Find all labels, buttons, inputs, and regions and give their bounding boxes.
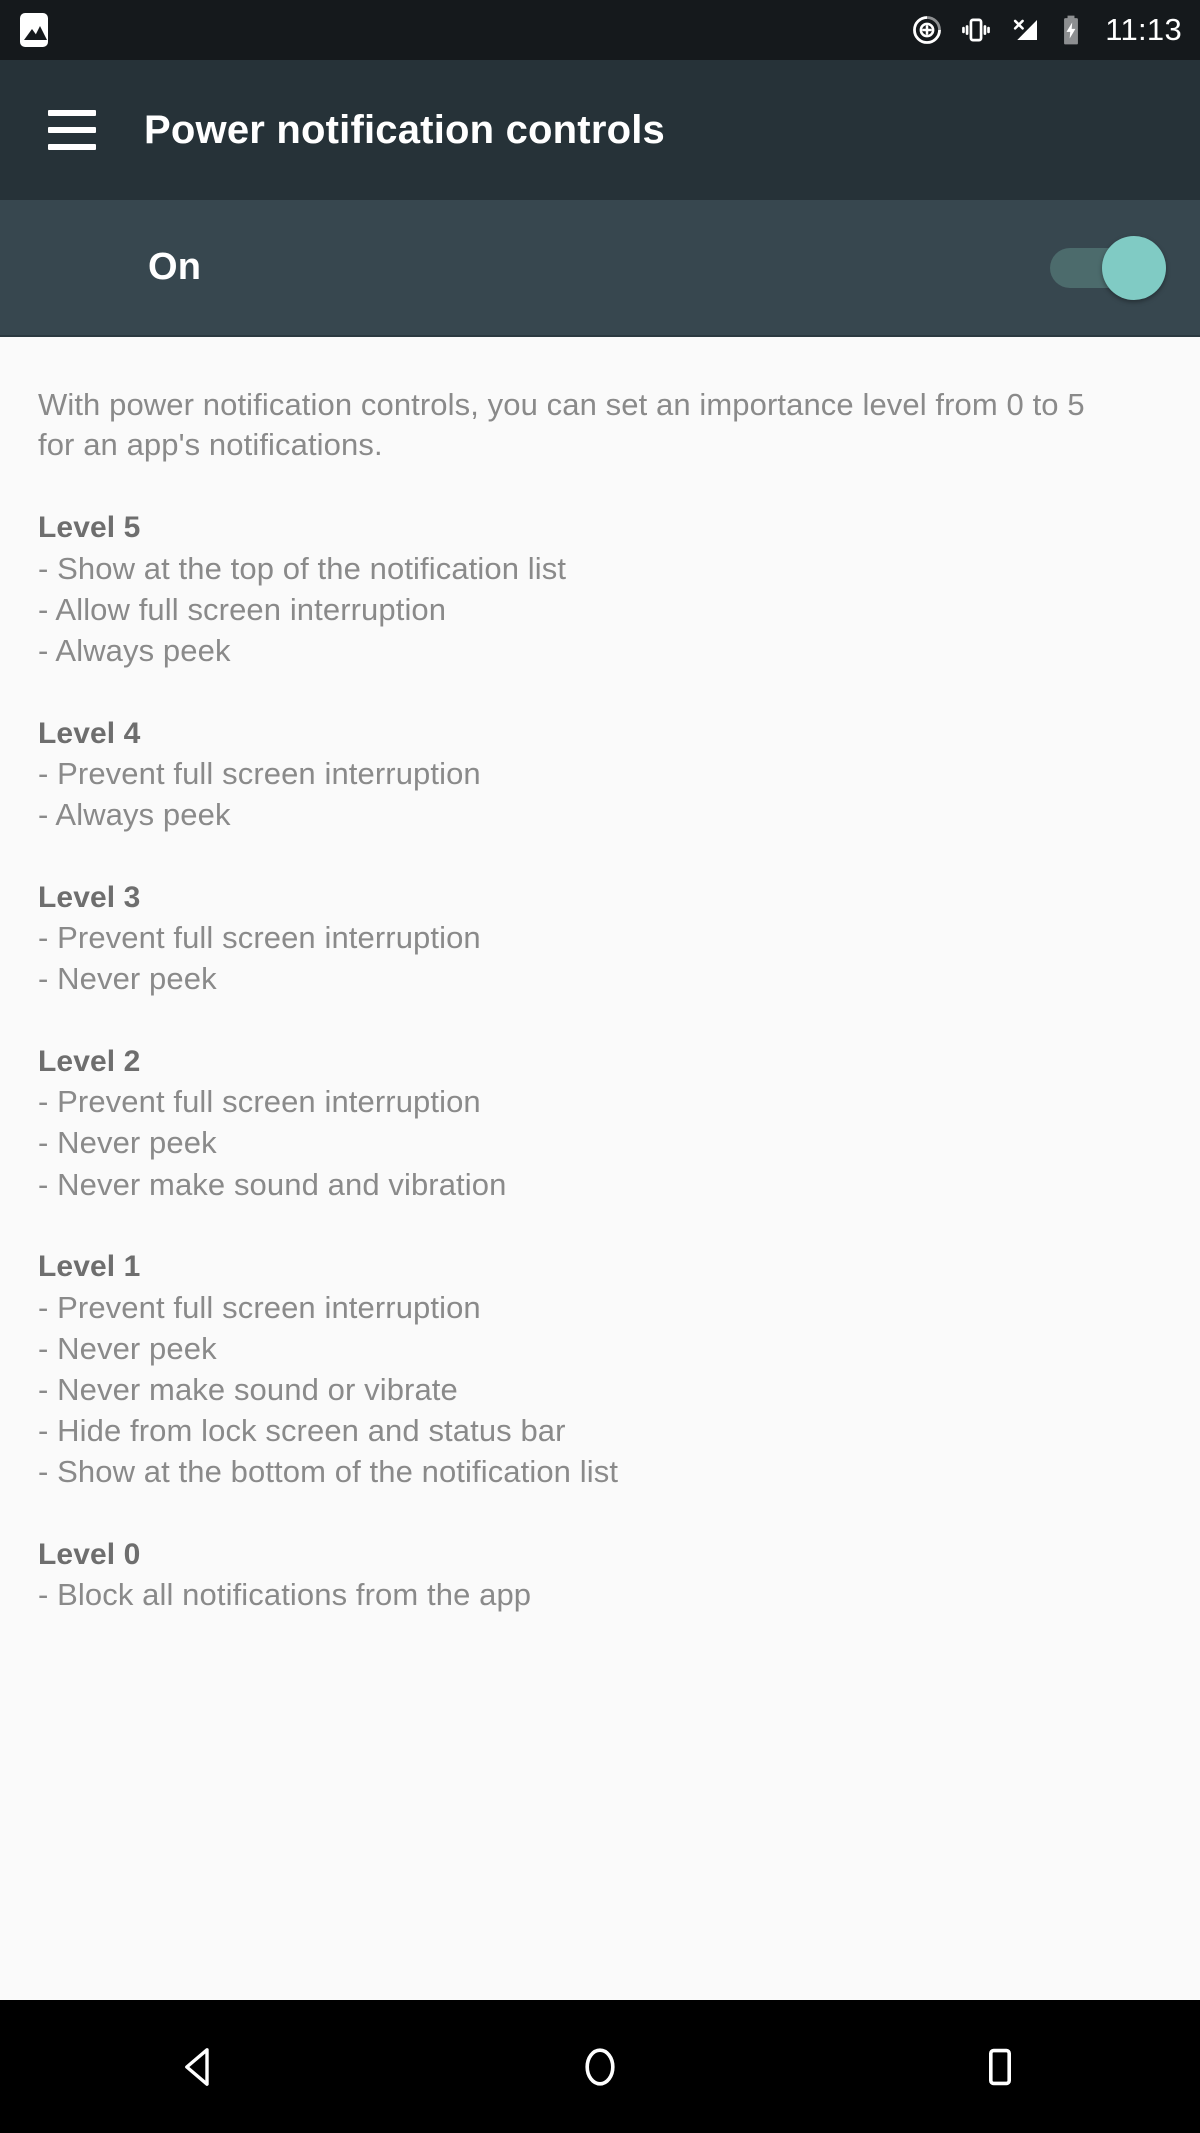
- back-button[interactable]: [125, 2017, 275, 2117]
- level-item: - Allow full screen interruption: [38, 592, 447, 628]
- level-block: Level 3 - Prevent full screen interruptio…: [38, 878, 1162, 1000]
- status-bar-left: [20, 13, 48, 47]
- recents-button[interactable]: [925, 2017, 1075, 2117]
- home-button[interactable]: [525, 2017, 675, 2117]
- system-navigation-bar: [0, 2000, 1200, 2133]
- battery-charging-icon: [1064, 15, 1079, 45]
- level-item: - Prevent full screen interruption: [38, 920, 481, 956]
- hamburger-line: [48, 144, 96, 150]
- level-block: Level 4 - Prevent full screen interruptio…: [38, 714, 1162, 836]
- level-item: - Never peek: [38, 1330, 217, 1366]
- status-bar-time: 11:13: [1105, 12, 1182, 47]
- app-toolbar: Power notification controls: [0, 60, 1200, 200]
- hamburger-menu-icon[interactable]: [48, 110, 96, 150]
- home-circle-icon: [585, 2047, 615, 2086]
- level-block: Level 1 - Prevent full screen interruptio…: [38, 1247, 1162, 1493]
- level-item: - Never peek: [38, 961, 217, 997]
- status-bar: 11:13: [0, 0, 1200, 60]
- vibrate-icon: [962, 18, 991, 42]
- level-item: - Prevent full screen interruption: [38, 1289, 481, 1325]
- level-item: - Prevent full screen interruption: [38, 1084, 481, 1120]
- screenshot-icon: [20, 13, 48, 47]
- level-item: - Hide from lock screen and status bar: [38, 1413, 566, 1449]
- hamburger-line: [48, 127, 96, 133]
- priority-dnd-icon: [913, 16, 942, 44]
- level-title: Level 2: [38, 1044, 141, 1078]
- no-signal-icon: [1014, 19, 1038, 40]
- level-item: - Never make sound or vibrate: [38, 1371, 458, 1407]
- level-title: Level 1: [38, 1249, 141, 1283]
- level-item: - Never make sound and vibration: [38, 1166, 507, 1202]
- intro-paragraph: With power notification controls, you ca…: [38, 387, 1085, 462]
- content-area: With power notification controls, you ca…: [0, 337, 1200, 2000]
- phone-screen: 11:13 Power notification controls On Wit…: [0, 0, 1200, 2133]
- hamburger-line: [48, 110, 96, 116]
- level-title: Level 4: [38, 716, 141, 750]
- master-switch-label: On: [148, 246, 202, 288]
- level-title: Level 0: [38, 1537, 141, 1571]
- master-switch-bar[interactable]: On: [0, 200, 1200, 337]
- level-item: - Prevent full screen interruption: [38, 756, 481, 792]
- levels-list: Level 5 - Show at the top of the notifica…: [38, 508, 1162, 1615]
- level-item: - Always peek: [38, 797, 231, 833]
- level-block: Level 2 - Prevent full screen interruptio…: [38, 1042, 1162, 1205]
- level-title: Level 5: [38, 511, 141, 545]
- level-block: Level 5 - Show at the top of the notifica…: [38, 508, 1162, 671]
- master-switch-toggle[interactable]: [1050, 235, 1166, 300]
- switch-thumb: [1102, 235, 1166, 300]
- back-triangle-icon: [185, 2047, 209, 2086]
- level-block: Level 0 - Block all notifications from th…: [38, 1535, 1162, 1616]
- level-item: - Never peek: [38, 1125, 217, 1161]
- status-bar-right: 11:13: [911, 12, 1182, 48]
- page-title: Power notification controls: [144, 107, 665, 152]
- level-title: Level 3: [38, 880, 141, 914]
- level-item: - Always peek: [38, 633, 231, 669]
- level-item: - Show at the bottom of the notification…: [38, 1454, 619, 1490]
- level-item: - Show at the top of the notification li…: [38, 550, 567, 586]
- level-item: - Block all notifications from the app: [38, 1577, 532, 1613]
- recents-square-icon: [989, 2048, 1011, 2085]
